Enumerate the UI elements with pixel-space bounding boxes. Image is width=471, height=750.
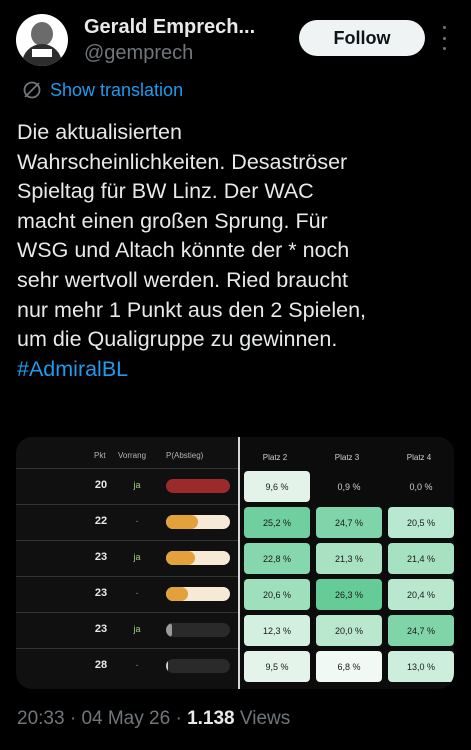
- show-translation-link[interactable]: Show translation: [22, 78, 183, 102]
- cell-pkt: 23: [94, 623, 108, 635]
- cell-vorrang: ja: [133, 624, 141, 634]
- author-name[interactable]: Gerald Emprech...: [84, 16, 255, 39]
- header-platz3: Platz 3: [334, 453, 360, 462]
- avatar[interactable]: [16, 14, 68, 66]
- cell-platz3: 6,8 %: [316, 651, 382, 682]
- row-divider: [16, 540, 238, 541]
- cell-vorrang: -: [135, 516, 139, 526]
- abstieg-bar-fill: [166, 515, 198, 529]
- cell-vorrang: -: [135, 660, 139, 670]
- abstieg-bar-track: [166, 587, 230, 601]
- views-label: Views: [239, 708, 291, 729]
- header-vorrang: Vorrang: [118, 451, 147, 460]
- cell-platz3: 20,0 %: [316, 615, 382, 646]
- cell-platz4: 20,5 %: [388, 507, 454, 538]
- header-platz2: Platz 2: [262, 453, 288, 462]
- table-right-panel: Platz 2 Platz 3 Platz 4 9,6 % 0,9 % 0,0 % 2…: [240, 437, 454, 689]
- cell-platz2: 9,5 %: [244, 651, 310, 682]
- cell-pkt: 23: [94, 587, 108, 599]
- follow-button[interactable]: Follow: [299, 20, 425, 56]
- cell-platz4: 0,0 %: [409, 481, 433, 492]
- row-divider: [16, 576, 238, 577]
- tweet-header: Gerald Emprech... @gemprech Follow: [16, 14, 456, 74]
- cell-platz4: 21,4 %: [388, 543, 454, 574]
- cell-vorrang: ja: [133, 480, 141, 490]
- abstieg-bar-track: [166, 659, 230, 673]
- cell-pkt: 20: [94, 479, 108, 491]
- meta-separator: ·: [69, 708, 77, 729]
- cell-pkt: 28: [94, 659, 108, 671]
- tweet-text: Die aktualisierten Wahrscheinlichkeiten.…: [17, 118, 457, 384]
- author-handle[interactable]: @gemprech: [84, 42, 193, 65]
- row-divider: [16, 648, 238, 649]
- cell-pkt: 22: [94, 515, 108, 527]
- abstieg-bar-track: [166, 623, 230, 637]
- cell-platz3: 21,3 %: [316, 543, 382, 574]
- tweet-date[interactable]: 04 May 26: [81, 708, 170, 729]
- tweet-meta: 20:33 · 04 May 26 · 1.138 Views: [17, 708, 290, 730]
- meta-separator: ·: [175, 708, 182, 729]
- cell-platz4: 20,4 %: [388, 579, 454, 610]
- abstieg-bar-fill: [166, 623, 172, 637]
- cell-platz4: 13,0 %: [388, 651, 454, 682]
- abstieg-bar-track: [166, 515, 230, 529]
- cell-platz3: 0,9 %: [337, 481, 361, 492]
- header-platz4: Platz 4: [406, 453, 432, 462]
- cell-vorrang: -: [135, 588, 139, 598]
- cell-pkt: 23: [94, 551, 108, 563]
- cell-platz2: 12,3 %: [244, 615, 310, 646]
- cell-platz2: 20,6 %: [244, 579, 310, 610]
- tweet-time[interactable]: 20:33: [17, 708, 65, 729]
- cell-vorrang: ja: [133, 552, 141, 562]
- show-translation-label: Show translation: [50, 79, 184, 100]
- table-left-panel: Pkt Vorrang P(Abstieg) 20 ja 22 - 23 ja 23 - 23 j…: [16, 437, 238, 689]
- cell-platz2: 22,8 %: [244, 543, 310, 574]
- tweet-body: Die aktualisierten Wahrscheinlichkeiten.…: [17, 120, 366, 352]
- cell-platz3: 24,7 %: [316, 507, 382, 538]
- abstieg-bar-fill: [166, 659, 168, 673]
- abstieg-bar-track: [166, 479, 230, 493]
- abstieg-bar-fill: [166, 587, 188, 601]
- abstieg-bar-track: [166, 551, 230, 565]
- cell-platz4: 24,7 %: [388, 615, 454, 646]
- translate-icon: [23, 81, 41, 99]
- header-pkt: Pkt: [94, 451, 106, 460]
- abstieg-bar-fill: [166, 479, 230, 493]
- row-divider: [16, 468, 238, 469]
- cell-platz3: 26,3 %: [316, 579, 382, 610]
- more-options-icon[interactable]: [440, 26, 448, 50]
- header-abstieg: P(Abstieg): [166, 451, 204, 460]
- hashtag-link[interactable]: #AdmiralBL: [17, 357, 128, 381]
- abstieg-bar-fill: [166, 551, 195, 565]
- attached-image-table[interactable]: Pkt Vorrang P(Abstieg) 20 ja 22 - 23 ja 23 - 23 j…: [16, 437, 454, 689]
- cell-platz2: 25,2 %: [244, 507, 310, 538]
- cell-platz2: 9,6 %: [244, 471, 310, 502]
- views-count: 1.138: [187, 708, 235, 729]
- row-divider: [16, 612, 238, 613]
- row-divider: [16, 504, 238, 505]
